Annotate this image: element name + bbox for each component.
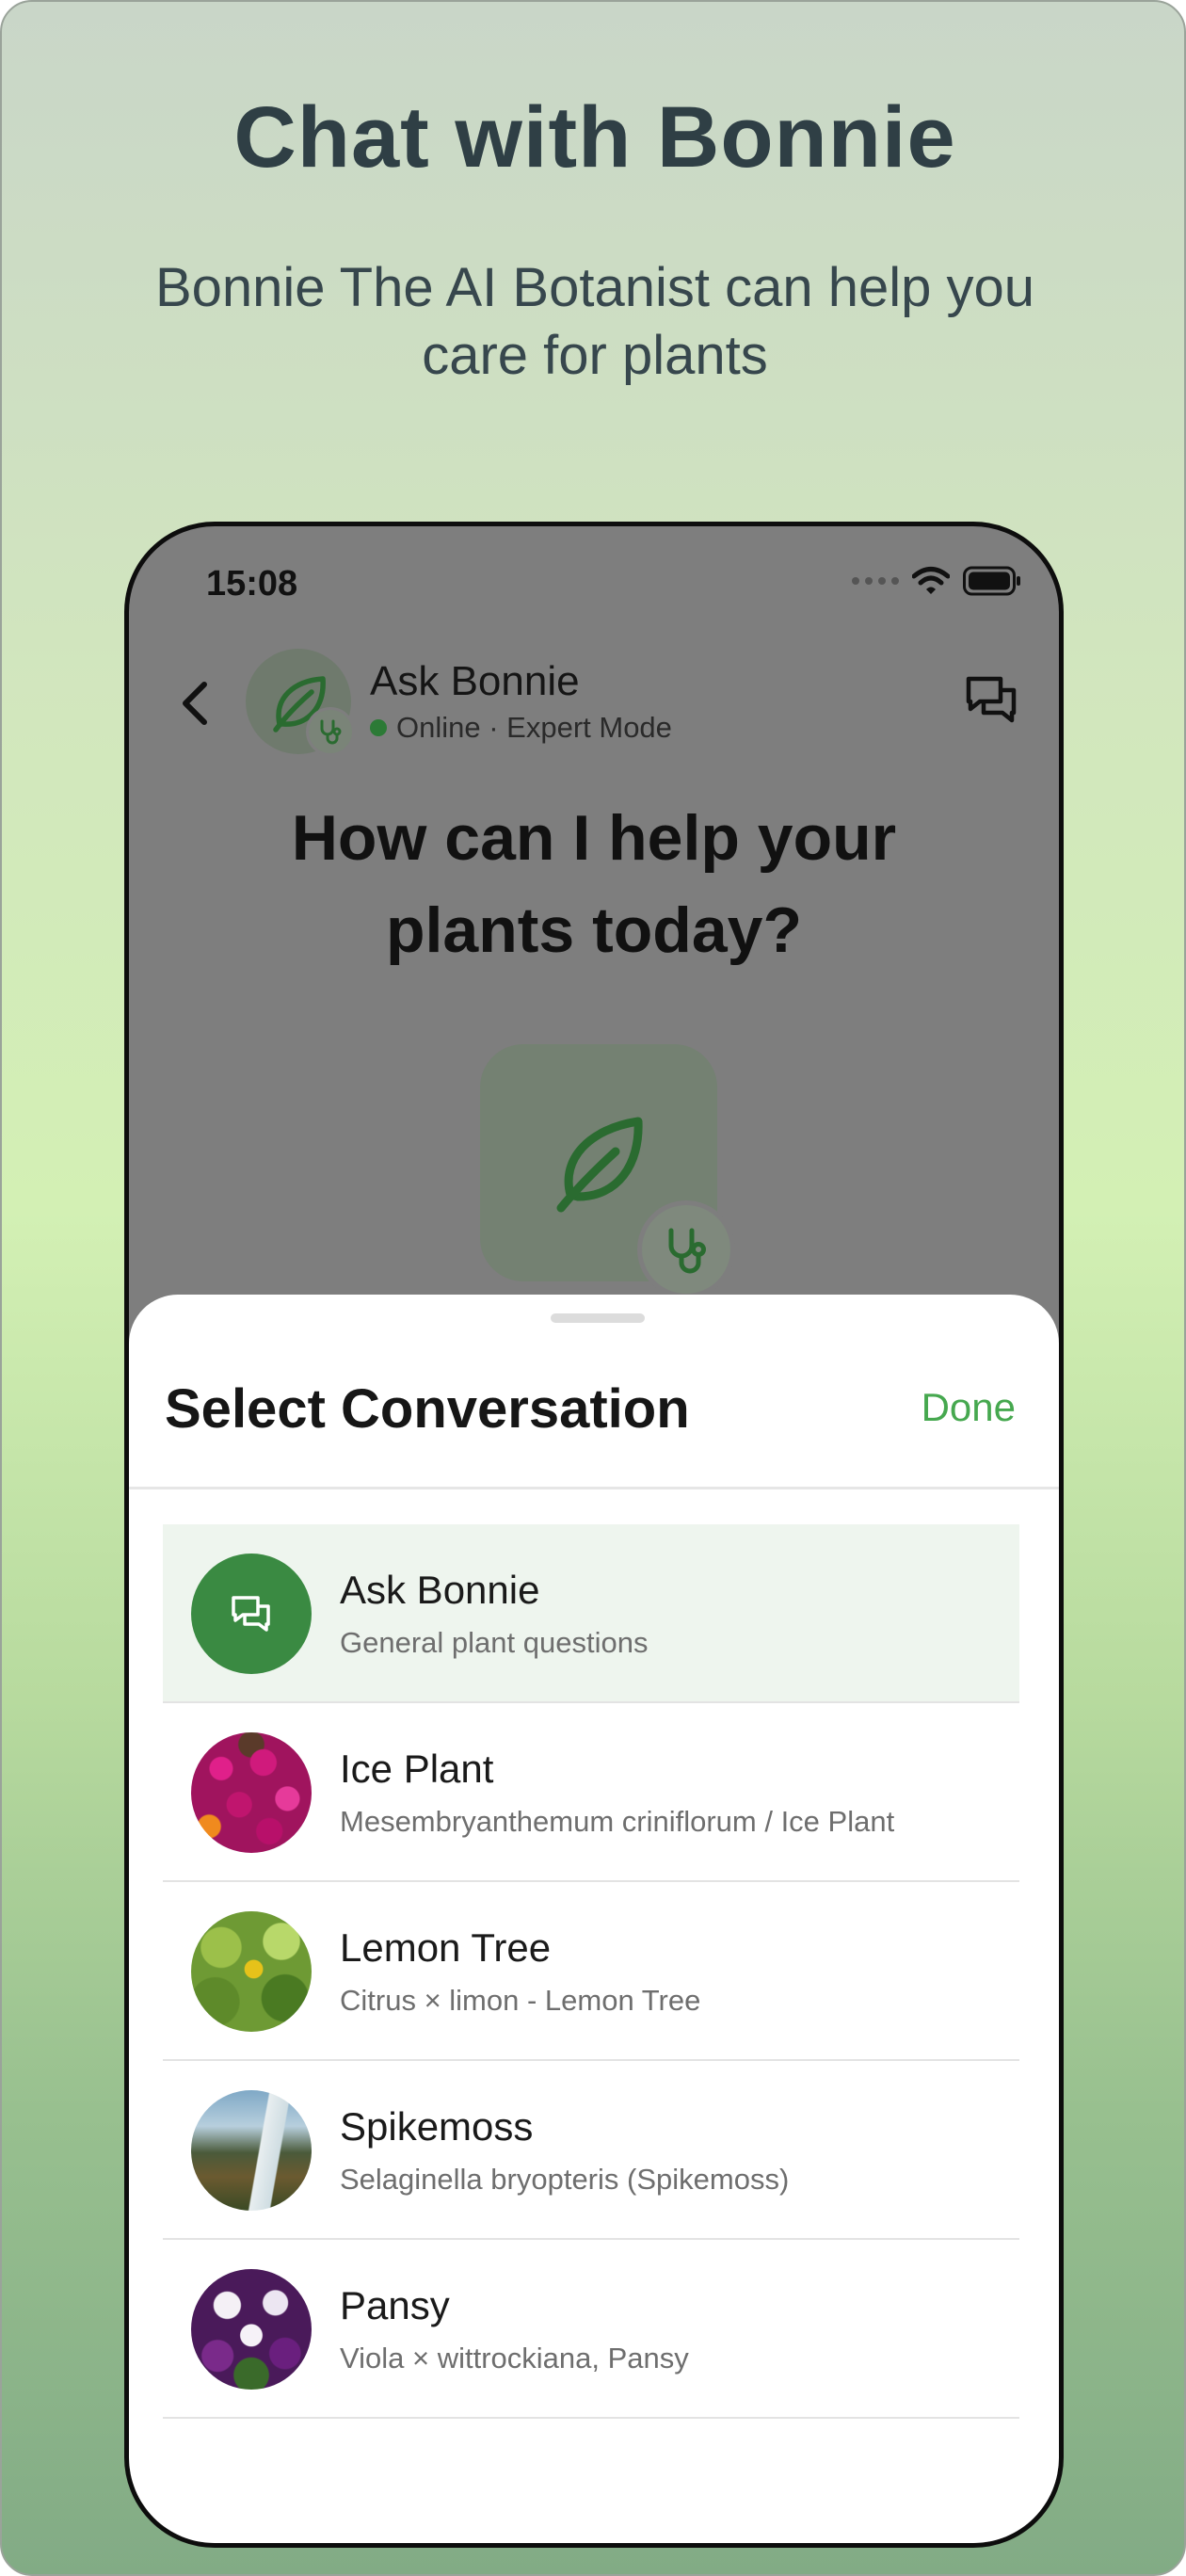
online-indicator bbox=[370, 719, 387, 736]
sheet-title: Select Conversation bbox=[165, 1378, 690, 1440]
back-chevron-icon bbox=[183, 682, 207, 725]
bonnie-avatar bbox=[246, 649, 355, 756]
battery-icon bbox=[963, 566, 1020, 596]
status-time: 15:08 bbox=[206, 564, 298, 604]
stethoscope-icon bbox=[668, 1228, 706, 1274]
hero-question-text: How can I help your plants today? bbox=[291, 802, 897, 966]
expert-badge bbox=[306, 707, 355, 756]
conversation-subtitle: Mesembryanthemum criniflorum / Ice Plant bbox=[340, 1805, 895, 1838]
ask-bonnie-avatar bbox=[191, 1554, 312, 1674]
conversation-subtitle: General plant questions bbox=[340, 1626, 649, 1659]
select-conversation-sheet: Select Conversation Done Ask Bonnie Gene… bbox=[129, 1295, 1059, 2543]
wifi-icon bbox=[912, 567, 950, 594]
hero-expert-badge bbox=[637, 1200, 735, 1298]
conversation-subtitle: Selaginella bryopteris (Spikemoss) bbox=[340, 2163, 790, 2196]
pansy-photo bbox=[191, 2269, 312, 2390]
hero-question: How can I help your plants today? bbox=[129, 792, 1059, 976]
conversation-name: Ask Bonnie bbox=[340, 1568, 540, 1612]
lemon-tree-photo bbox=[191, 1911, 312, 2032]
promo-canvas: Chat with Bonnie Bonnie The AI Botanist … bbox=[0, 0, 1186, 2576]
chat-bubbles-icon bbox=[232, 1596, 270, 1632]
stethoscope-icon bbox=[320, 719, 342, 745]
conversation-name: Ice Plant bbox=[340, 1747, 494, 1791]
conversation-name: Pansy bbox=[340, 2283, 450, 2327]
conversation-name: Lemon Tree bbox=[340, 1925, 552, 1970]
sheet-grabber[interactable] bbox=[551, 1313, 645, 1323]
chat-status-text: Online · Expert Mode bbox=[396, 711, 672, 744]
chat-bubbles-icon bbox=[966, 676, 1017, 723]
conversation-list: Ask Bonnie General plant questions Ice P… bbox=[163, 1524, 1019, 2419]
conversation-item-ice-plant[interactable]: Ice Plant Mesembryanthemum criniflorum /… bbox=[163, 1703, 1019, 1882]
conversations-button[interactable] bbox=[959, 668, 1025, 733]
chat-title: Ask Bonnie bbox=[370, 658, 580, 704]
promo-title: Chat with Bonnie bbox=[233, 89, 956, 185]
sheet-divider bbox=[129, 1487, 1059, 1489]
status-icons bbox=[852, 566, 1021, 596]
phone-frame: 15:08 Ask Bonnie Online · Expert Mode Ho… bbox=[124, 522, 1064, 2548]
conversation-item-lemon-tree[interactable]: Lemon Tree Citrus × limon - Lemon Tree bbox=[163, 1882, 1019, 2061]
conversation-name: Spikemoss bbox=[340, 2104, 534, 2149]
promo-subtitle: Bonnie The AI Botanist can help you care… bbox=[154, 257, 1035, 386]
spikemoss-photo bbox=[191, 2090, 312, 2211]
chat-header: Ask Bonnie Online · Expert Mode bbox=[129, 649, 1059, 762]
chat-status: Online · Expert Mode bbox=[370, 711, 672, 745]
done-button[interactable]: Done bbox=[922, 1385, 1016, 1430]
conversation-item-ask-bonnie[interactable]: Ask Bonnie General plant questions bbox=[163, 1524, 1019, 1703]
leaf-icon bbox=[556, 1117, 643, 1213]
conversation-item-pansy[interactable]: Pansy Viola × wittrockiana, Pansy bbox=[163, 2240, 1019, 2419]
conversation-item-spikemoss[interactable]: Spikemoss Selaginella bryopteris (Spikem… bbox=[163, 2061, 1019, 2240]
back-button[interactable] bbox=[172, 675, 219, 732]
conversation-subtitle: Viola × wittrockiana, Pansy bbox=[340, 2342, 689, 2375]
ice-plant-photo bbox=[191, 1732, 312, 1853]
signal-dots-icon bbox=[852, 577, 899, 585]
conversation-subtitle: Citrus × limon - Lemon Tree bbox=[340, 1984, 701, 2017]
